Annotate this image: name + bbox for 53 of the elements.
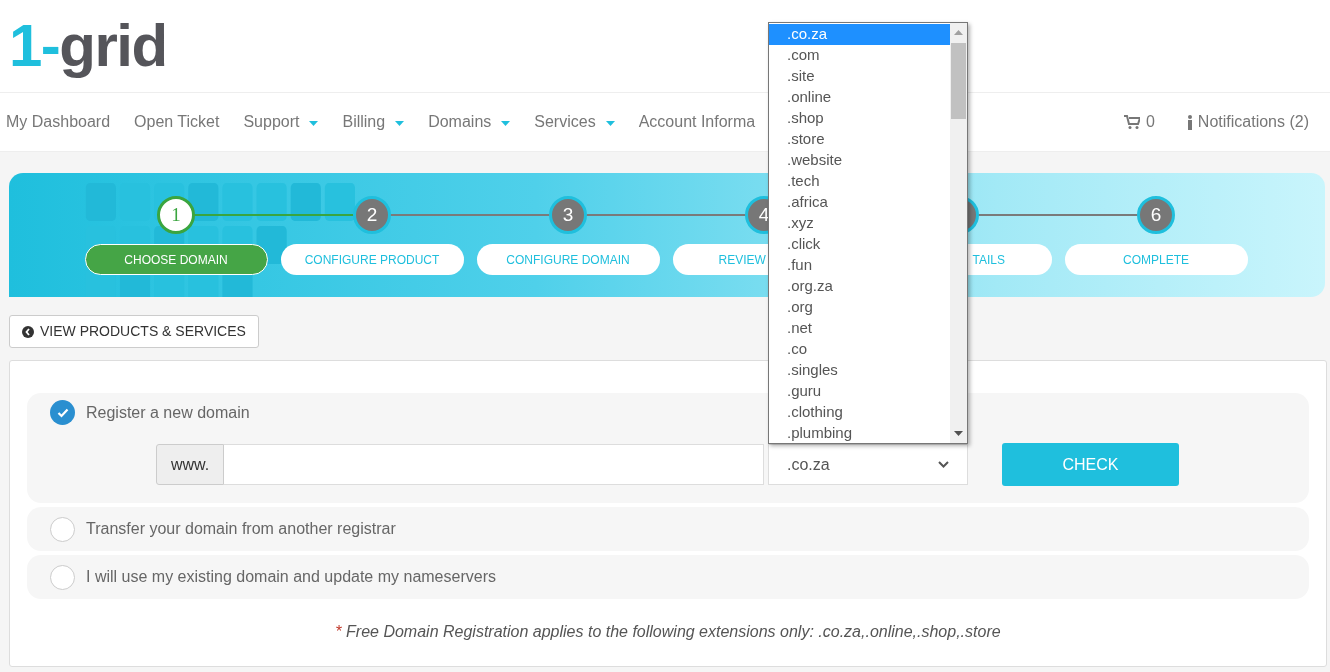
dropdown-option[interactable]: .org: [769, 297, 950, 318]
domain-input[interactable]: [224, 444, 764, 485]
step-label: CHOOSE DOMAIN: [84, 244, 268, 275]
dropdown-option[interactable]: .guru: [769, 381, 950, 402]
scrollbar-thumb[interactable]: [951, 43, 966, 119]
dropdown-option[interactable]: .org.za: [769, 276, 950, 297]
nav-link[interactable]: Support: [243, 110, 319, 134]
nav-link[interactable]: Services: [534, 110, 615, 134]
dropdown-option[interactable]: .clothing: [769, 402, 950, 423]
dropdown-option[interactable]: .online: [769, 87, 950, 108]
nav-link[interactable]: Account Informa: [638, 110, 756, 134]
dropdown-option[interactable]: .tech: [769, 171, 950, 192]
dropdown-option[interactable]: .co: [769, 339, 950, 360]
scrollbar[interactable]: [950, 23, 967, 443]
cart-link[interactable]: 0: [1123, 110, 1155, 134]
dropdown-option[interactable]: .singles: [769, 360, 950, 381]
radio-button[interactable]: [50, 400, 75, 425]
footnote: * Free Domain Registration applies to the following extensions only: .co.za,.online,.shop,.store: [334, 622, 1002, 642]
chevron-left-circle-icon: [22, 325, 34, 338]
dropdown-option[interactable]: .com: [769, 45, 950, 66]
check-icon: [56, 407, 69, 418]
caret-icon: [309, 120, 319, 126]
step-label: COMPLETE: [1064, 244, 1248, 275]
caret-icon: [501, 120, 511, 126]
option-label: I will use my existing domain and update my nameservers: [86, 567, 496, 587]
info-icon: [1186, 114, 1193, 130]
notifications-link[interactable]: Notifications (2): [1186, 110, 1309, 134]
tld-select[interactable]: .co.za: [768, 444, 968, 485]
scroll-up-icon: [954, 30, 963, 35]
nav-link[interactable]: My Dashboard: [0, 110, 111, 134]
dropdown-option[interactable]: .net: [769, 318, 950, 339]
step-label: CONFIGURE DOMAIN: [476, 244, 660, 275]
radio-button[interactable]: [50, 564, 75, 590]
logo[interactable]: 1-grid: [9, 10, 167, 82]
caret-icon: [605, 120, 615, 126]
dropdown-option[interactable]: .store: [769, 129, 950, 150]
dropdown-option[interactable]: .website: [769, 150, 950, 171]
option-label: Register a new domain: [86, 402, 250, 423]
back-button[interactable]: VIEW PRODUCTS & SERVICES: [9, 315, 259, 348]
option-label: Transfer your domain from another registrar: [86, 519, 396, 539]
www-prefix: www.: [156, 444, 224, 485]
cart-icon: [1123, 115, 1140, 129]
nav-link[interactable]: Billing: [342, 110, 405, 134]
scroll-down-icon: [954, 431, 963, 436]
radio-button[interactable]: [50, 516, 75, 542]
step-label: CONFIGURE PRODUCT: [280, 244, 464, 275]
dropdown-option[interactable]: .shop: [769, 108, 950, 129]
caret-icon: [395, 120, 405, 126]
dropdown-option[interactable]: .plumbing: [769, 423, 950, 444]
chevron-down-icon: [938, 461, 949, 468]
dropdown-option[interactable]: .site: [769, 66, 950, 87]
nav-link[interactable]: Open Ticket: [134, 110, 220, 134]
nav-link[interactable]: Domains: [428, 110, 511, 134]
